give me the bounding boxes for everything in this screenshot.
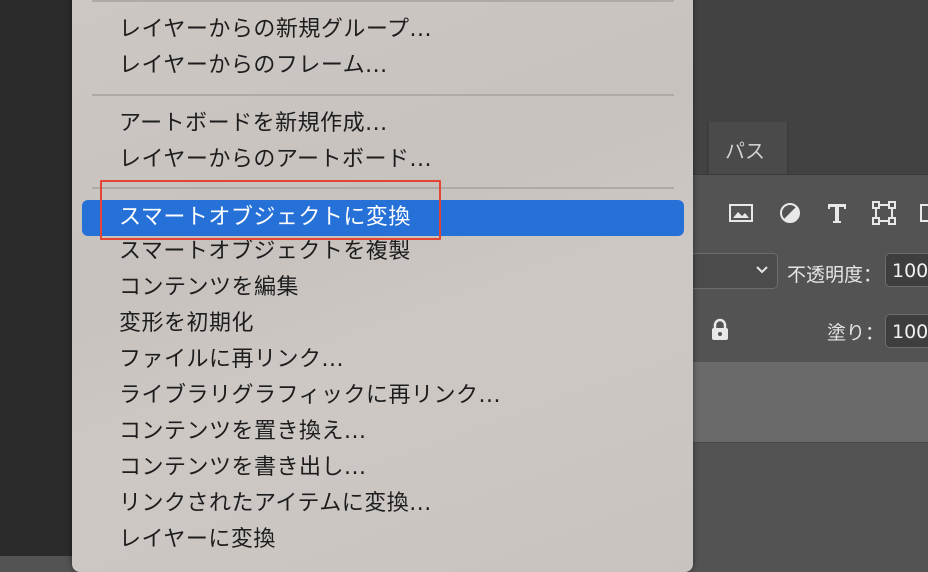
menu-item-artboard-from-layers[interactable]: レイヤーからのアートボード... <box>82 142 684 178</box>
layers-panel: パス 不透明度： 100 塗り： 100 <box>693 0 928 557</box>
menu-item-new-group-from-layers[interactable]: レイヤーからの新規グループ... <box>82 12 684 48</box>
fill-label: 塗り： <box>827 322 885 344</box>
tab-paths[interactable]: パス <box>709 122 788 174</box>
shape-filter-icon[interactable] <box>871 200 897 226</box>
menu-item-frame-from-layers[interactable]: レイヤーからのフレーム... <box>82 48 684 84</box>
layer-row[interactable] <box>693 362 928 442</box>
menu-separator <box>92 94 674 96</box>
lock-fill-row: 塗り： 100 <box>693 300 928 362</box>
blend-opacity-row: 不透明度： 100 <box>693 243 928 299</box>
canvas-left-strip <box>0 0 72 556</box>
menu-item-export-contents[interactable]: コンテンツを書き出し... <box>82 450 684 486</box>
layer-filter-row <box>693 175 928 244</box>
smart-object-filter-icon[interactable] <box>919 200 928 226</box>
menu-item-new-artboard[interactable]: アートボードを新規作成... <box>82 106 684 142</box>
lock-icon[interactable] <box>709 318 731 342</box>
layers-list-empty-area <box>693 442 928 557</box>
chevron-down-icon <box>755 259 769 286</box>
menu-item-convert-to-layers[interactable]: レイヤーに変換 <box>82 522 684 558</box>
fill-input[interactable]: 100 <box>885 314 928 348</box>
menu-separator <box>92 0 674 2</box>
tab-paths-label: パス <box>725 139 765 163</box>
menu-item-reset-transform[interactable]: 変形を初期化 <box>82 306 684 342</box>
layer-context-menu: レイヤーからの新規グループ... レイヤーからのフレーム... アートボードを新… <box>72 0 693 572</box>
opacity-label: 不透明度： <box>787 264 883 286</box>
panel-header-area <box>693 0 928 122</box>
adjustment-filter-icon[interactable] <box>777 200 803 226</box>
blend-mode-dropdown[interactable] <box>693 253 778 289</box>
annotation-highlight-box <box>100 180 441 240</box>
menu-item-convert-to-linked[interactable]: リンクされたアイテムに変換... <box>82 486 684 522</box>
menu-item-relink-to-library-graphic[interactable]: ライブラリグラフィックに再リンク... <box>82 378 684 414</box>
opacity-input[interactable]: 100 <box>885 253 928 287</box>
menu-item-replace-contents[interactable]: コンテンツを置き換え... <box>82 414 684 450</box>
image-filter-icon[interactable] <box>728 200 754 226</box>
menu-item-relink-to-file[interactable]: ファイルに再リンク... <box>82 342 684 378</box>
menu-item-edit-contents[interactable]: コンテンツを編集 <box>82 270 684 306</box>
type-filter-icon[interactable] <box>824 200 850 226</box>
